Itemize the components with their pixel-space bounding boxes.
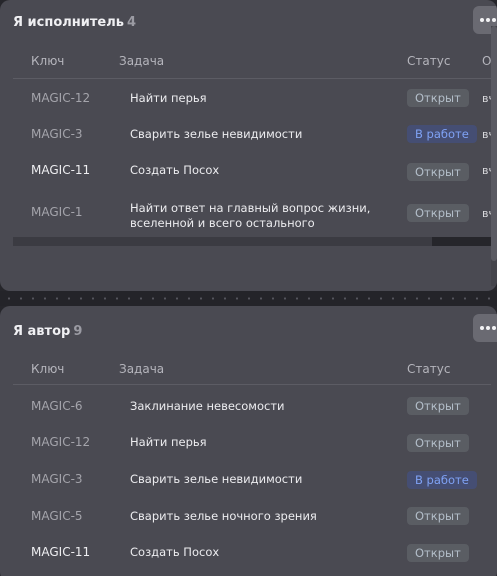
- issue-key-link[interactable]: MAGIC-3: [31, 472, 83, 486]
- status-badge: В работе: [407, 471, 477, 489]
- vertical-scrollbar-thumb[interactable]: [491, 26, 497, 261]
- more-horizontal-icon: [480, 18, 496, 22]
- widget-count: 4: [126, 15, 137, 30]
- widget-title-text: Я исполнитель: [13, 15, 124, 30]
- issue-key-link[interactable]: MAGIC-11: [31, 545, 90, 559]
- issue-key-link[interactable]: MAGIC-5: [31, 509, 83, 523]
- issue-title-link[interactable]: Создать Посох: [130, 163, 219, 178]
- issue-title-link[interactable]: Сварить зелье невидимости: [130, 127, 302, 142]
- widget-title: Я автор 9: [13, 324, 82, 339]
- issue-title-link[interactable]: Заклинание невесомости: [130, 399, 285, 414]
- issue-title-link[interactable]: Сварить зелье ночного зрения: [130, 509, 317, 524]
- horizontal-scrollbar[interactable]: [13, 237, 492, 246]
- issue-title-line-1: Найти ответ на главный вопрос жизни,: [130, 201, 371, 215]
- column-header-key[interactable]: Ключ: [31, 54, 64, 68]
- horizontal-scrollbar-thumb[interactable]: [432, 237, 492, 246]
- issue-key-link[interactable]: MAGIC-12: [31, 435, 90, 449]
- author-widget: Я автор 9 Ключ Задача Статус MAGIC-6 Закл…: [0, 306, 497, 576]
- status-badge: Открыт: [407, 507, 469, 525]
- status-badge: Открыт: [407, 163, 469, 181]
- column-header-task[interactable]: Задача: [119, 362, 164, 376]
- widget-resize-separator[interactable]: [0, 291, 497, 306]
- column-header-status[interactable]: Статус: [407, 54, 450, 68]
- header-divider: [13, 384, 491, 385]
- status-badge: Открыт: [407, 397, 469, 415]
- issue-title-link[interactable]: Найти перья: [130, 435, 207, 450]
- issue-title-link[interactable]: Найти перья: [130, 91, 207, 106]
- column-header-key[interactable]: Ключ: [31, 362, 64, 376]
- status-badge: Открыт: [407, 89, 469, 107]
- issue-title-link[interactable]: Создать Посох: [130, 545, 219, 560]
- issue-key-link[interactable]: MAGIC-11: [31, 163, 90, 177]
- status-badge: В работе: [407, 125, 477, 143]
- header-divider: [13, 78, 491, 79]
- issue-key-link[interactable]: MAGIC-6: [31, 399, 83, 413]
- widget-count: 9: [73, 324, 83, 339]
- more-horizontal-icon: [480, 326, 496, 330]
- issue-key-link[interactable]: MAGIC-3: [31, 127, 83, 141]
- issue-title-link[interactable]: Сварить зелье невидимости: [130, 472, 302, 487]
- status-badge: Открыт: [407, 434, 469, 452]
- column-header-status[interactable]: Статус: [407, 362, 450, 376]
- status-badge: Открыт: [407, 204, 469, 222]
- issue-title-line-2: вселенной и всего остального: [130, 216, 315, 230]
- issue-key-link[interactable]: MAGIC-1: [31, 205, 83, 219]
- widget-menu-button[interactable]: [473, 314, 497, 342]
- status-badge: Открыт: [407, 544, 469, 562]
- executor-widget: Я исполнитель 4 Ключ Задача Статус О MAGI…: [0, 0, 497, 291]
- column-header-task[interactable]: Задача: [119, 54, 164, 68]
- vertical-scrollbar[interactable]: [491, 26, 497, 286]
- issue-key-link[interactable]: MAGIC-12: [31, 91, 90, 105]
- issue-title-link[interactable]: Найти ответ на главный вопрос жизни, все…: [130, 201, 370, 231]
- widget-title-text: Я автор: [13, 324, 71, 339]
- widget-title: Я исполнитель 4: [13, 15, 136, 30]
